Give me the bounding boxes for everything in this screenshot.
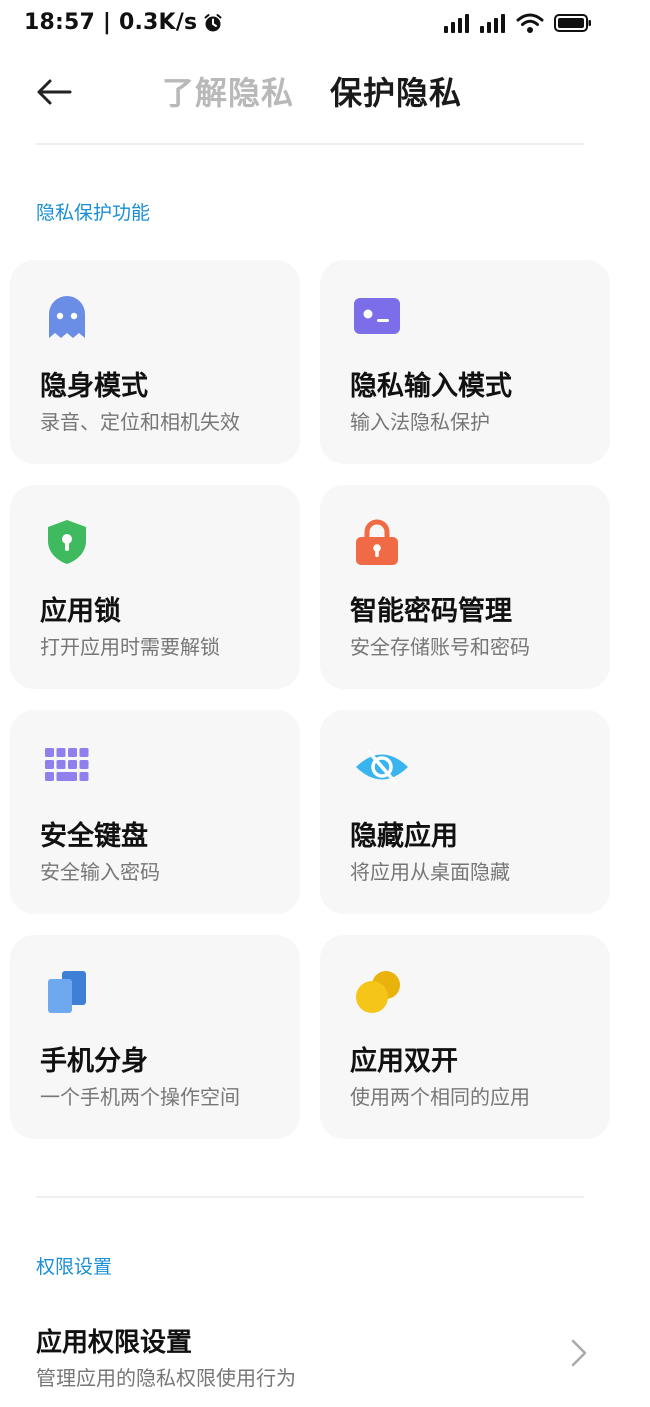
status-time: 18:57 | 0.3K/s bbox=[24, 10, 223, 35]
chevron-right-icon bbox=[571, 1339, 587, 1367]
dual-phone-icon bbox=[48, 971, 86, 1013]
tab-protect-privacy[interactable]: 保护隐私 bbox=[330, 68, 462, 114]
card-subtitle: 一个手机两个操作空间 bbox=[40, 1085, 240, 1109]
app-permissions-settings-item[interactable]: 应用权限设置 管理应用的隐私权限使用行为 bbox=[0, 1310, 650, 1400]
back-button[interactable] bbox=[30, 70, 78, 114]
signal-icon bbox=[480, 14, 505, 33]
padlock-icon bbox=[356, 519, 398, 565]
wifi-icon bbox=[516, 13, 544, 33]
list-item-subtitle: 管理应用的隐私权限使用行为 bbox=[36, 1366, 296, 1390]
card-subtitle: 打开应用时需要解锁 bbox=[40, 635, 220, 659]
eye-off-icon bbox=[356, 750, 408, 784]
card-private-input-mode[interactable]: 隐私输入模式 输入法隐私保护 bbox=[320, 260, 610, 464]
keypad-icon bbox=[45, 748, 89, 781]
card-subtitle: 输入法隐私保护 bbox=[350, 410, 490, 434]
ghost-icon bbox=[49, 296, 85, 338]
status-indicators bbox=[444, 12, 592, 34]
dual-circle-icon bbox=[356, 971, 400, 1013]
card-title: 应用双开 bbox=[350, 1046, 458, 1077]
status-bar: 18:57 | 0.3K/s bbox=[0, 0, 650, 48]
battery-icon bbox=[554, 14, 591, 32]
card-title: 手机分身 bbox=[40, 1046, 148, 1077]
header: 了解隐私 保护隐私 bbox=[0, 60, 650, 124]
list-item-title: 应用权限设置 bbox=[36, 1328, 193, 1358]
card-subtitle: 安全存储账号和密码 bbox=[350, 635, 530, 659]
header-divider bbox=[36, 143, 584, 145]
card-subtitle: 将应用从桌面隐藏 bbox=[350, 860, 510, 884]
card-hide-apps[interactable]: 隐藏应用 将应用从桌面隐藏 bbox=[320, 710, 610, 914]
section-divider bbox=[36, 1196, 584, 1198]
card-app-lock[interactable]: 应用锁 打开应用时需要解锁 bbox=[10, 485, 300, 689]
card-second-space[interactable]: 手机分身 一个手机两个操作空间 bbox=[10, 935, 300, 1139]
arrow-left-icon bbox=[37, 79, 72, 105]
section-label-privacy-features: 隐私保护功能 bbox=[36, 202, 151, 224]
card-title: 应用锁 bbox=[40, 596, 121, 627]
card-subtitle: 使用两个相同的应用 bbox=[350, 1085, 530, 1109]
card-secure-keyboard[interactable]: 安全键盘 安全输入密码 bbox=[10, 710, 300, 914]
card-title: 隐藏应用 bbox=[350, 821, 458, 852]
card-title: 隐身模式 bbox=[40, 371, 148, 402]
card-subtitle: 安全输入密码 bbox=[40, 860, 160, 884]
shield-lock-icon bbox=[48, 520, 86, 564]
signal-icon bbox=[444, 14, 469, 33]
card-subtitle: 录音、定位和相机失效 bbox=[40, 410, 240, 434]
tab-learn-privacy[interactable]: 了解隐私 bbox=[162, 68, 294, 114]
status-time-speed: 18:57 | 0.3K/s bbox=[24, 10, 198, 35]
section-label-permissions: 权限设置 bbox=[36, 1256, 113, 1278]
terminal-icon bbox=[354, 298, 400, 334]
card-dual-apps[interactable]: 应用双开 使用两个相同的应用 bbox=[320, 935, 610, 1139]
card-smart-password-manager[interactable]: 智能密码管理 安全存储账号和密码 bbox=[320, 485, 610, 689]
card-title: 智能密码管理 bbox=[350, 596, 512, 627]
card-title: 隐私输入模式 bbox=[350, 371, 512, 402]
card-title: 安全键盘 bbox=[40, 821, 148, 852]
card-incognito-mode[interactable]: 隐身模式 录音、定位和相机失效 bbox=[10, 260, 300, 464]
alarm-icon bbox=[204, 13, 222, 31]
